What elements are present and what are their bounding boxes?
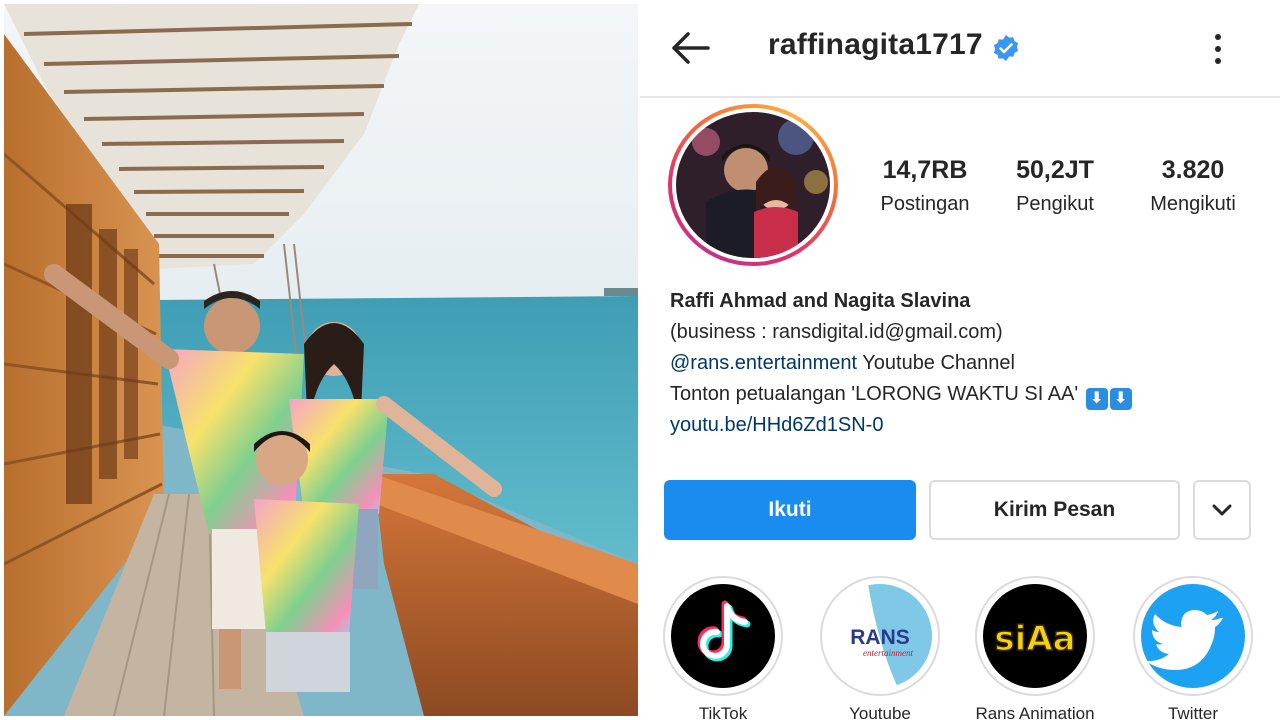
siaa-logo-text: siAa	[994, 619, 1075, 659]
highlight-twitter[interactable]: Twitter	[1133, 576, 1253, 720]
followers-label: Pengikut	[1016, 193, 1094, 215]
following-label: Mengikuti	[1150, 193, 1236, 215]
send-message-button[interactable]: Kirim Pesan	[929, 480, 1180, 540]
profile-avatar[interactable]	[668, 104, 838, 266]
highlight-label: Rans Animation	[975, 704, 1095, 720]
chevron-down-icon	[1212, 504, 1232, 516]
rans-logo-text: RANS	[850, 626, 910, 649]
siaa-logo: siAa	[983, 584, 1087, 688]
bio-business-line: (business : ransdigital.id@gmail.com)	[670, 321, 1003, 343]
profile-username: raffinagita1717	[768, 28, 983, 61]
followers-count: 50,2JT	[1016, 156, 1094, 184]
more-options-icon[interactable]	[1206, 30, 1230, 68]
posts-count: 14,7RB	[882, 156, 968, 184]
twitter-bird-icon	[1141, 584, 1245, 688]
stat-following[interactable]: 3.820 Mengikuti	[1128, 156, 1258, 216]
posts-label: Postingan	[880, 193, 970, 215]
down-arrow-emoji-icon: ⬇	[1085, 388, 1108, 410]
bio-mention-link[interactable]: @rans.entertainment	[670, 352, 857, 374]
back-arrow-icon[interactable]	[668, 28, 712, 68]
down-arrow-emoji-icon: ⬇	[1109, 388, 1132, 410]
highlight-tiktok[interactable]: TikTok	[663, 576, 783, 720]
bio-tonton-text: Tonton petualangan 'LORONG WAKTU SI AA'	[670, 383, 1079, 405]
avatar-photo	[676, 112, 830, 258]
follow-button[interactable]: Ikuti	[664, 480, 916, 540]
tiktok-icon	[671, 584, 775, 688]
bio-channel-text: Youtube Channel	[857, 352, 1015, 374]
profile-header-bar: raffinagita1717	[640, 0, 1280, 98]
rans-entertainment-logo: RANS entertainment	[828, 584, 932, 688]
following-count: 3.820	[1161, 156, 1225, 184]
highlight-youtube[interactable]: RANS entertainment Youtube	[820, 576, 940, 720]
stat-followers[interactable]: 50,2JT Pengikut	[1002, 156, 1108, 216]
highlight-label: TikTok	[698, 704, 748, 720]
profile-bio: Raffi Ahmad and Nagita Slavina (business…	[670, 286, 1260, 441]
stat-posts[interactable]: 14,7RB Postingan	[868, 156, 982, 216]
suggested-accounts-dropdown-button[interactable]	[1193, 480, 1251, 540]
instagram-profile-panel: raffinagita1717 14,7RB Postingan 50,2JT …	[640, 0, 1280, 720]
verified-badge-icon	[992, 34, 1020, 62]
highlight-label: Twitter	[1167, 704, 1219, 720]
bio-channel-line: @rans.entertainment Youtube Channel	[670, 348, 1260, 379]
highlight-label: Youtube	[849, 704, 911, 720]
bio-tonton-line: Tonton petualangan 'LORONG WAKTU SI AA' …	[670, 379, 1260, 410]
bio-full-name: Raffi Ahmad and Nagita Slavina	[670, 290, 971, 312]
rans-logo-subtext: entertainment	[863, 648, 913, 658]
highlight-rans-animation[interactable]: siAa Rans Animation	[975, 576, 1095, 720]
bio-website-link[interactable]: youtu.be/HHd6Zd1SN-0	[670, 410, 1260, 441]
family-boat-photo	[4, 4, 638, 716]
